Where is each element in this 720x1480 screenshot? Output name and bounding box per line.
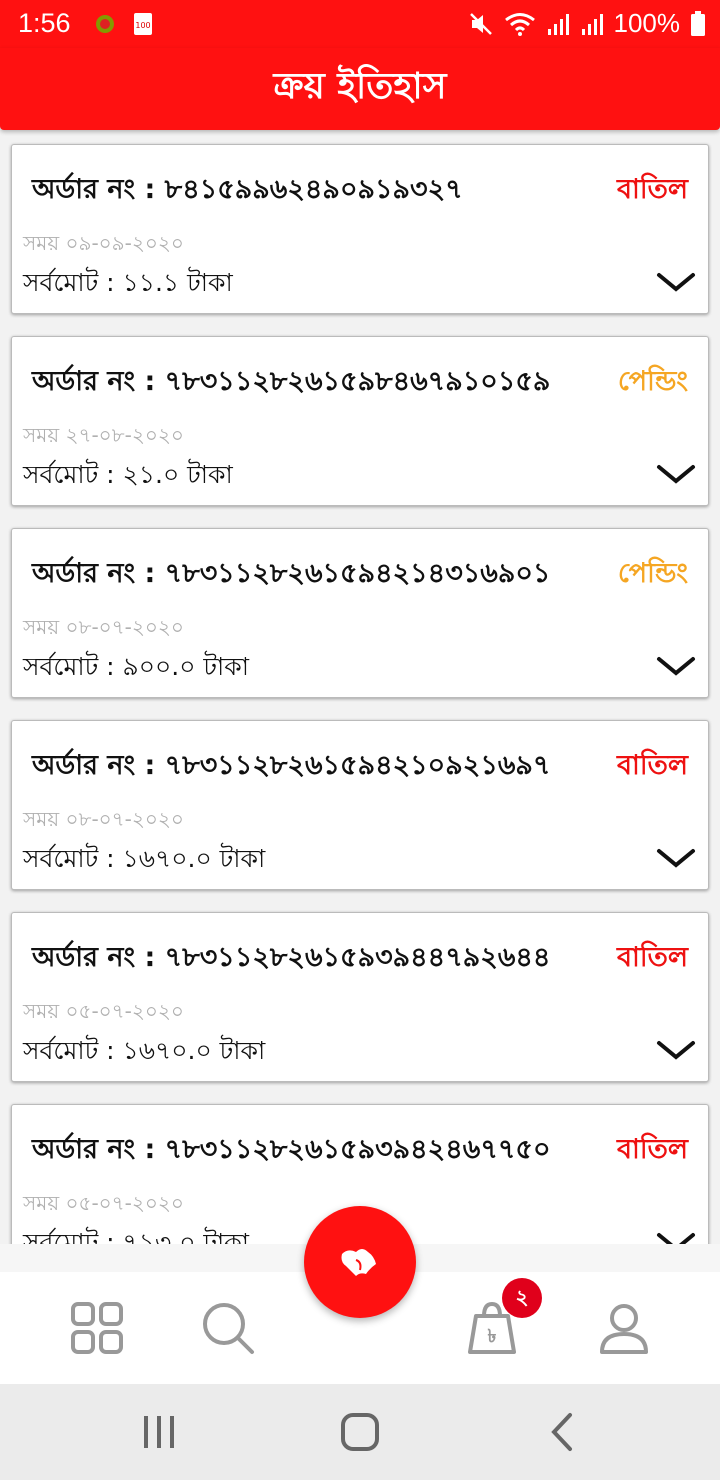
order-date: সময় ০৮-০৭-২০২০	[23, 807, 184, 831]
battery-notification-icon: 100	[134, 13, 152, 35]
status-time: 1:56	[18, 8, 71, 38]
order-number: অর্ডার নং : ৮৪১৫৯৯৬২৪৯০৯১৯৩২৭	[32, 174, 463, 205]
order-status-badge: বাতিল	[617, 750, 688, 781]
back-icon[interactable]	[546, 1412, 576, 1452]
bottom-nav: ৳ ২	[0, 1206, 720, 1384]
system-nav-bar	[0, 1384, 720, 1480]
chevron-down-icon[interactable]	[656, 847, 696, 871]
chevron-down-icon[interactable]	[656, 1039, 696, 1063]
battery-icon	[691, 10, 705, 36]
order-number: অর্ডার নং : ৭৮৩১১২৮২৬১৫৯৮৪৬৭৯১০১৫৯	[32, 366, 551, 397]
order-total: সর্বমোট : ৯০০.০ টাকা	[23, 652, 250, 681]
search-icon[interactable]	[198, 1298, 258, 1358]
map-icon	[341, 1249, 376, 1276]
order-status-badge: বাতিল	[617, 174, 688, 205]
signal-icon-1	[547, 13, 569, 35]
cart-count-badge: ২	[502, 1278, 542, 1318]
chevron-down-icon[interactable]	[656, 271, 696, 295]
status-bar: 1:56 100 100%	[0, 0, 720, 48]
grid-icon[interactable]	[67, 1298, 127, 1358]
map-fab-button[interactable]	[304, 1206, 416, 1318]
battery-percent: 100%	[613, 8, 681, 38]
wifi-icon	[504, 12, 535, 36]
order-card[interactable]: অর্ডার নং : ৮৪১৫৯৯৬২৪৯০৯১৯৩২৭ বাতিল সময়…	[11, 144, 709, 314]
order-total: সর্বমোট : ১১.১ টাকা	[23, 268, 233, 297]
page-title: ক্রয় ইতিহাস	[273, 66, 447, 107]
app-bar: ক্রয় ইতিহাস	[0, 48, 720, 130]
order-date: সময় ০৫-০৭-২০২০	[23, 1191, 184, 1215]
order-card[interactable]: অর্ডার নং : ৭৮৩১১২৮২৬১৫৯৮৪৬৭৯১০১৫৯ পেন্ড…	[11, 336, 709, 506]
order-number: অর্ডার নং : ৭৮৩১১২৮২৬১৫৯৪২১৪৩১৬৯০১	[32, 558, 551, 589]
mute-icon	[469, 12, 492, 35]
order-status-badge: বাতিল	[617, 942, 688, 973]
signal-icon-2	[581, 13, 603, 35]
order-number: অর্ডার নং : ৭৮৩১১২৮২৬১৫৯৪২১০৯২১৬৯৭	[32, 750, 551, 781]
order-status-badge: বাতিল	[617, 1134, 688, 1165]
profile-icon[interactable]	[594, 1298, 654, 1358]
chevron-down-icon[interactable]	[656, 655, 696, 679]
order-card[interactable]: অর্ডার নং : ৭৮৩১১২৮২৬১৫৯৪২১০৯২১৬৯৭ বাতিল…	[11, 720, 709, 890]
home-icon[interactable]	[340, 1412, 380, 1452]
order-list[interactable]: অর্ডার নং : ৮৪১৫৯৯৬২৪৯০৯১৯৩২৭ বাতিল সময়…	[0, 130, 720, 1244]
svg-text:৳: ৳	[488, 1326, 497, 1347]
order-number: অর্ডার নং : ৭৮৩১১২৮২৬১৫৯৩৯৪২৪৬৭৭৫০	[32, 1134, 551, 1165]
chevron-down-icon[interactable]	[656, 1231, 696, 1244]
notification-app-icon	[96, 15, 114, 33]
order-total: সর্বমোট : ১৬৭০.০ টাকা	[23, 1036, 266, 1065]
notif-badge-text: 100	[135, 21, 150, 30]
status-right: 100%	[468, 8, 707, 39]
chevron-down-icon[interactable]	[656, 463, 696, 487]
order-date: সময় ০৮-০৭-২০২০	[23, 615, 184, 639]
order-date: সময় ০৯-০৯-২০২০	[23, 231, 184, 255]
order-number: অর্ডার নং : ৭৮৩১১২৮২৬১৫৯৩৯৪৪৭৯২৬৪৪	[32, 942, 551, 973]
recent-apps-icon[interactable]	[140, 1414, 180, 1450]
order-total: সর্বমোট : ২১.০ টাকা	[23, 460, 233, 489]
order-status-badge: পেন্ডিং	[617, 366, 688, 397]
order-total: সর্বমোট : ১৬৭০.০ টাকা	[23, 844, 266, 873]
order-status-badge: পেন্ডিং	[617, 558, 688, 589]
order-date: সময় ২৭-০৮-২০২০	[23, 423, 184, 447]
order-date: সময় ০৫-০৭-২০২০	[23, 999, 184, 1023]
order-card[interactable]: অর্ডার নং : ৭৮৩১১২৮২৬১৫৯৩৯৪৪৭৯২৬৪৪ বাতিল…	[11, 912, 709, 1082]
order-card[interactable]: অর্ডার নং : ৭৮৩১১২৮২৬১৫৯৪২১৪৩১৬৯০১ পেন্ড…	[11, 528, 709, 698]
order-total: সর্বমোট : ৭১৩.০ টাকা	[23, 1228, 250, 1244]
